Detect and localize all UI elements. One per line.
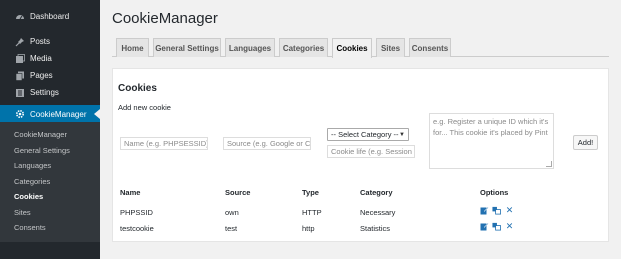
submenu-item-consents[interactable]: Consents	[14, 223, 46, 232]
sidebar-item-label: Settings	[30, 88, 59, 97]
tab-consents[interactable]: Consents	[409, 38, 451, 57]
sidebar-item-label: Pages	[30, 71, 53, 80]
add-cookie-button[interactable]: Add!	[573, 135, 598, 150]
sidebar-item-label: Posts	[30, 37, 51, 46]
table-cell-name: PHPSSID	[120, 208, 153, 217]
submenu-item-categories[interactable]: Categories	[14, 177, 50, 186]
table-cell-category: Statistics	[360, 224, 391, 233]
sidebar-item-settings[interactable]: Settings	[0, 84, 100, 101]
column-header-source: Source	[225, 188, 251, 197]
table-cell-type: HTTP	[302, 208, 322, 217]
sidebar-item-pages[interactable]: Pages	[0, 67, 100, 84]
tab-cookies[interactable]: Cookies	[332, 38, 372, 58]
tab-sites[interactable]: Sites	[376, 38, 405, 57]
admin-sidebar: Dashboard Posts Media Pages Settings Coo…	[0, 0, 100, 259]
translate-icon[interactable]	[492, 206, 501, 215]
tab-home[interactable]: Home	[116, 38, 149, 57]
gear-icon	[14, 108, 26, 120]
table-cell-category: Necessary	[360, 208, 396, 217]
sidebar-submenu: CookieManager General Settings Languages…	[0, 122, 100, 242]
dashboard-icon	[14, 11, 26, 23]
submenu-item-general-settings[interactable]: General Settings	[14, 146, 70, 155]
column-header-category: Category	[360, 188, 393, 197]
media-icon	[14, 53, 26, 65]
page-title: CookieManager	[112, 10, 218, 27]
submenu-item-sites[interactable]: Sites	[14, 208, 31, 217]
section-title: Cookies	[118, 83, 157, 94]
settings-icon	[14, 87, 26, 99]
table-cell-source: own	[225, 208, 239, 217]
add-cookie-label: Add new cookie	[118, 103, 171, 112]
table-cell-type: http	[302, 224, 315, 233]
chevron-down-icon: ▼	[399, 131, 405, 138]
sidebar-item-posts[interactable]: Posts	[0, 33, 100, 50]
category-select-value: -- Select Category --	[331, 130, 399, 139]
submenu-item-cookies[interactable]: Cookies	[14, 192, 43, 201]
tab-general-settings[interactable]: General Settings	[153, 38, 221, 57]
submenu-item-languages[interactable]: Languages	[14, 161, 51, 170]
cookie-description-placeholder: e.g. Register a unique ID which it's for…	[433, 117, 549, 137]
resize-handle-icon[interactable]	[546, 161, 552, 167]
sidebar-item-label: Media	[30, 54, 52, 63]
edit-icon[interactable]	[480, 222, 489, 231]
cookie-name-input[interactable]: Name (e.g. PHPSESSID)	[120, 137, 208, 150]
sidebar-item-label: CookieManager	[30, 109, 87, 119]
cookie-description-textarea[interactable]: e.g. Register a unique ID which it's for…	[429, 113, 554, 169]
table-cell-source: test	[225, 224, 238, 233]
sidebar-item-label: Dashboard	[30, 12, 70, 21]
sidebar-item-cookiemanager[interactable]: CookieManager	[0, 105, 100, 123]
delete-icon[interactable]: ✕	[505, 205, 514, 215]
tab-languages[interactable]: Languages	[225, 38, 275, 57]
cookie-life-input[interactable]: Cookie life (e.g. Session -	[327, 145, 415, 158]
tab-categories[interactable]: Categories	[279, 38, 328, 57]
cookie-source-input[interactable]: Source (e.g. Google or C	[223, 137, 311, 150]
column-header-options: Options	[480, 188, 509, 197]
delete-icon[interactable]: ✕	[505, 221, 514, 231]
pages-icon	[14, 70, 26, 82]
column-header-type: Type	[302, 188, 319, 197]
translate-icon[interactable]	[492, 222, 501, 231]
sidebar-item-media[interactable]: Media	[0, 50, 100, 67]
submenu-item-cookiemanager[interactable]: CookieManager	[14, 130, 67, 139]
sidebar-item-dashboard[interactable]: Dashboard	[0, 8, 100, 25]
category-select[interactable]: -- Select Category -- ▼	[327, 128, 409, 141]
column-header-name: Name	[120, 188, 141, 197]
table-cell-name: testcookie	[120, 224, 154, 233]
pin-icon	[14, 36, 26, 48]
edit-icon[interactable]	[480, 206, 489, 215]
